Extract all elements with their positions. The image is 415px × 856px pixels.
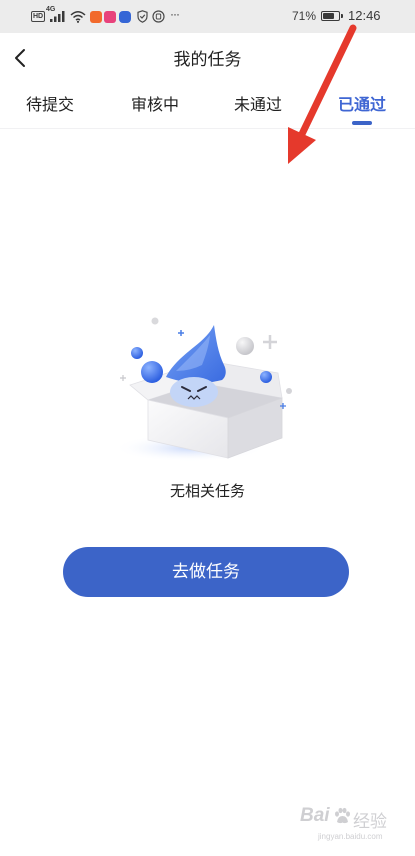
security-app-icon [152,10,165,23]
signal-icon [50,11,65,22]
more-icon: ··· [170,7,180,21]
paw-logo-icon [335,807,350,824]
decor-ball-blue-right [260,371,272,383]
battery-terminal [341,14,343,18]
decor-ball-gray [236,337,254,355]
annotation-arrow-shaft [298,24,357,138]
battery-percent: 71% [292,9,317,23]
tab-approved[interactable]: 已通过 [317,94,407,116]
tab-rejected[interactable]: 未通过 [213,94,303,116]
decor-plus-blue [178,330,184,336]
annotation-arrow-head [288,127,316,164]
shield-icon [137,10,148,23]
tab-under-review[interactable]: 审核中 [110,94,200,116]
video-app-icon [104,11,116,23]
watermark-url: jingyan.baidu.com [318,832,383,841]
decor-ball-blue-large [141,361,163,383]
watermark-brand-prefix: Bai [300,805,330,826]
battery-level-fill [323,13,334,19]
tab-pending-submit[interactable]: 待提交 [5,94,95,116]
mascot-ghost [166,325,226,407]
empty-state-message: 无相关任务 [169,482,245,500]
page-title: 我的任务 [173,50,242,70]
watermark-brand-suffix: 经验 [353,812,387,832]
go-do-task-button[interactable]: 去做任务 [63,547,349,597]
browser-app-icon [119,11,131,23]
battery-icon [321,11,340,21]
divider [0,128,415,129]
wifi-icon [70,11,86,23]
mascot-face [170,377,218,407]
shopping-app-icon [90,11,102,23]
clock: 12:46 [348,8,381,23]
empty-box-mascot-illustration [114,317,292,462]
hd-icon: HD [31,11,46,22]
tab-active-indicator [352,121,372,125]
status-bar: HD 4G ··· 71% 12:46 [0,0,415,33]
decor-ball-gray-right [286,388,292,394]
decor-ball-gray-tiny [151,317,159,325]
decor-plus-gray-small [120,375,126,381]
decor-plus-gray-large [263,335,277,349]
decor-ball-blue-small [131,347,143,359]
